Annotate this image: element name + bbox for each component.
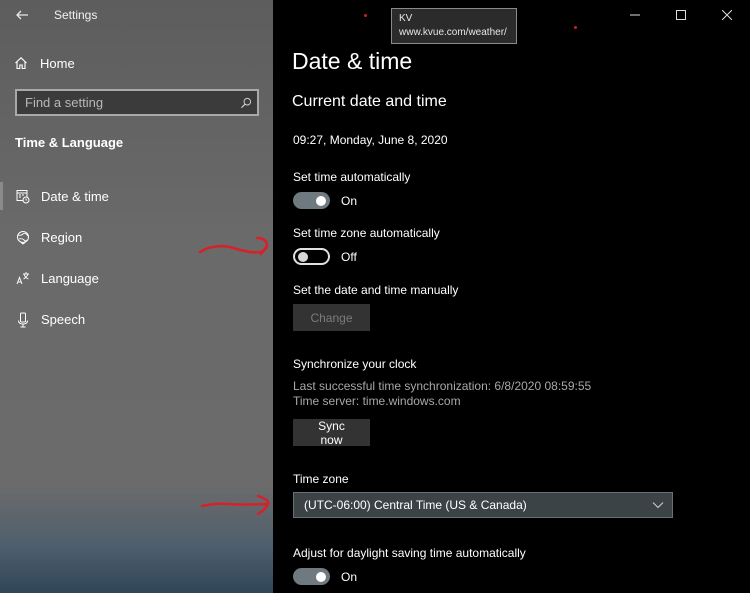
annotation-dot [364,14,367,17]
sidebar-item-speech[interactable]: Speech [0,299,273,340]
tooltip-title: KV [399,13,413,24]
calendar-clock-icon [16,189,30,205]
time-zone-dropdown[interactable]: (UTC-06:00) Central Time (US & Canada) [293,492,673,518]
home-icon [15,57,27,70]
set-time-auto-label: Set time automatically [293,170,411,184]
sync-label: Synchronize your clock [293,357,417,371]
sidebar: Settings Home Time & Language [0,0,273,593]
sidebar-item-label: Date & time [41,189,109,204]
dst-toggle[interactable]: On [293,568,357,585]
tooltip-url: www.kvue.com/weather/ [399,27,507,38]
sidebar-item-language[interactable]: Language [0,258,273,299]
last-sync-text: Last successful time synchronization: 6/… [293,379,592,393]
back-button[interactable] [12,5,32,25]
app-title: Settings [54,8,98,22]
manual-label: Set the date and time manually [293,283,459,297]
sync-now-button[interactable]: Sync now [293,419,370,447]
maximize-icon [676,10,686,20]
sidebar-section-title: Time & Language [15,135,124,150]
microphone-icon [16,312,30,328]
minimize-icon [630,14,640,16]
toggle-state: Off [341,249,357,264]
set-tz-auto-label: Set time zone automatically [293,226,440,240]
maximize-button[interactable] [658,0,704,30]
search-button[interactable] [235,92,257,114]
home-label: Home [40,55,75,71]
toggle-knob [316,571,326,582]
current-datetime: 09:27, Monday, June 8, 2020 [293,133,448,147]
search-box [15,89,259,116]
sidebar-item-label: Language [41,271,99,286]
set-time-auto-toggle[interactable]: On [293,192,357,209]
window-controls [612,0,750,30]
titlebar-left: Settings [0,0,273,30]
change-button[interactable]: Change [293,304,370,331]
toggle-knob [316,195,326,206]
globe-icon [16,230,30,246]
toggle-switch[interactable] [293,248,330,265]
time-zone-label: Time zone [293,472,349,486]
minimize-button[interactable] [612,0,658,30]
nav-home[interactable]: Home [14,52,75,74]
close-icon [722,10,732,20]
sidebar-item-label: Region [41,230,83,245]
toggle-knob [298,251,308,262]
sync-info: Last successful time synchronization: 6/… [293,379,591,409]
page-title: Date & time [292,48,413,74]
sidebar-item-date-time[interactable]: Date & time [0,176,273,217]
time-zone-value: (UTC-06:00) Central Time (US & Canada) [304,498,527,512]
chevron-down-icon [652,502,664,509]
annotation-dot [574,26,577,29]
section-title: Current date and time [292,93,447,110]
sidebar-item-label: Speech [41,312,86,327]
main-pane: KV www.kvue.com/weather/ Date & time Cur… [273,0,750,593]
toggle-state: On [341,569,358,584]
time-server-text: Time server: time.windows.com [293,394,461,408]
toggle-switch[interactable] [293,568,330,585]
set-tz-auto-toggle[interactable]: Off [293,248,357,265]
sidebar-item-region[interactable]: Region [0,217,273,258]
search-icon [241,97,252,108]
toggle-state: On [341,193,358,208]
tooltip: KV www.kvue.com/weather/ [391,8,517,44]
dst-label: Adjust for daylight saving time automati… [293,546,526,560]
back-arrow-icon [16,10,28,20]
sidebar-nav: Date & time Region Language Speech [0,176,273,340]
close-button[interactable] [704,0,750,30]
language-icon [16,271,30,287]
search-input[interactable] [17,95,235,110]
toggle-switch[interactable] [293,192,330,209]
